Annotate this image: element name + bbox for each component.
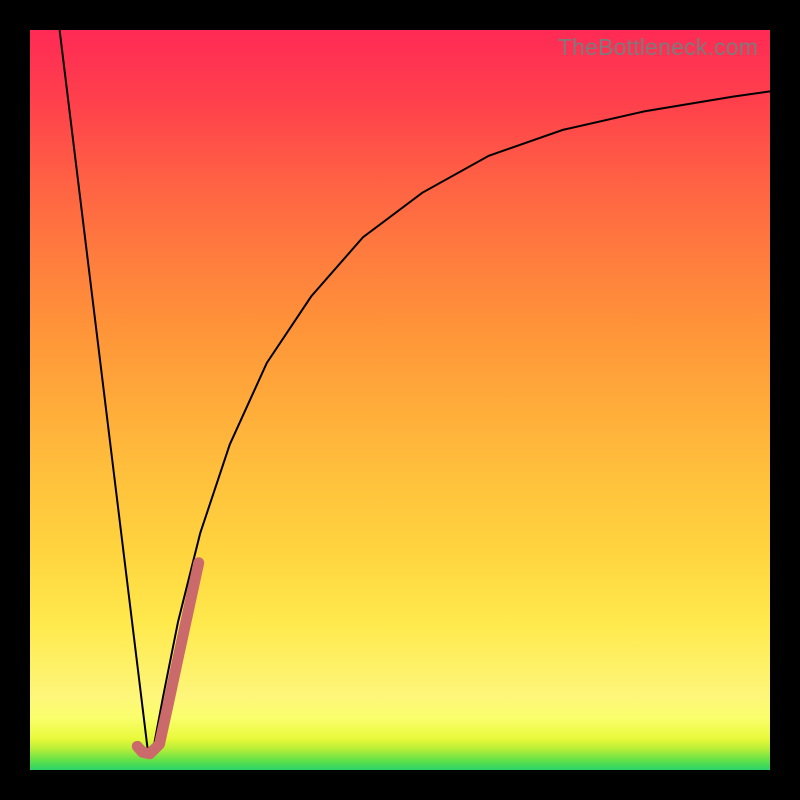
chart-frame: TheBottleneck.com <box>0 0 800 800</box>
series-line <box>60 30 149 755</box>
series-line <box>137 563 198 754</box>
series-line <box>152 91 770 755</box>
chart-svg <box>30 30 770 770</box>
plot-area: TheBottleneck.com <box>30 30 770 770</box>
